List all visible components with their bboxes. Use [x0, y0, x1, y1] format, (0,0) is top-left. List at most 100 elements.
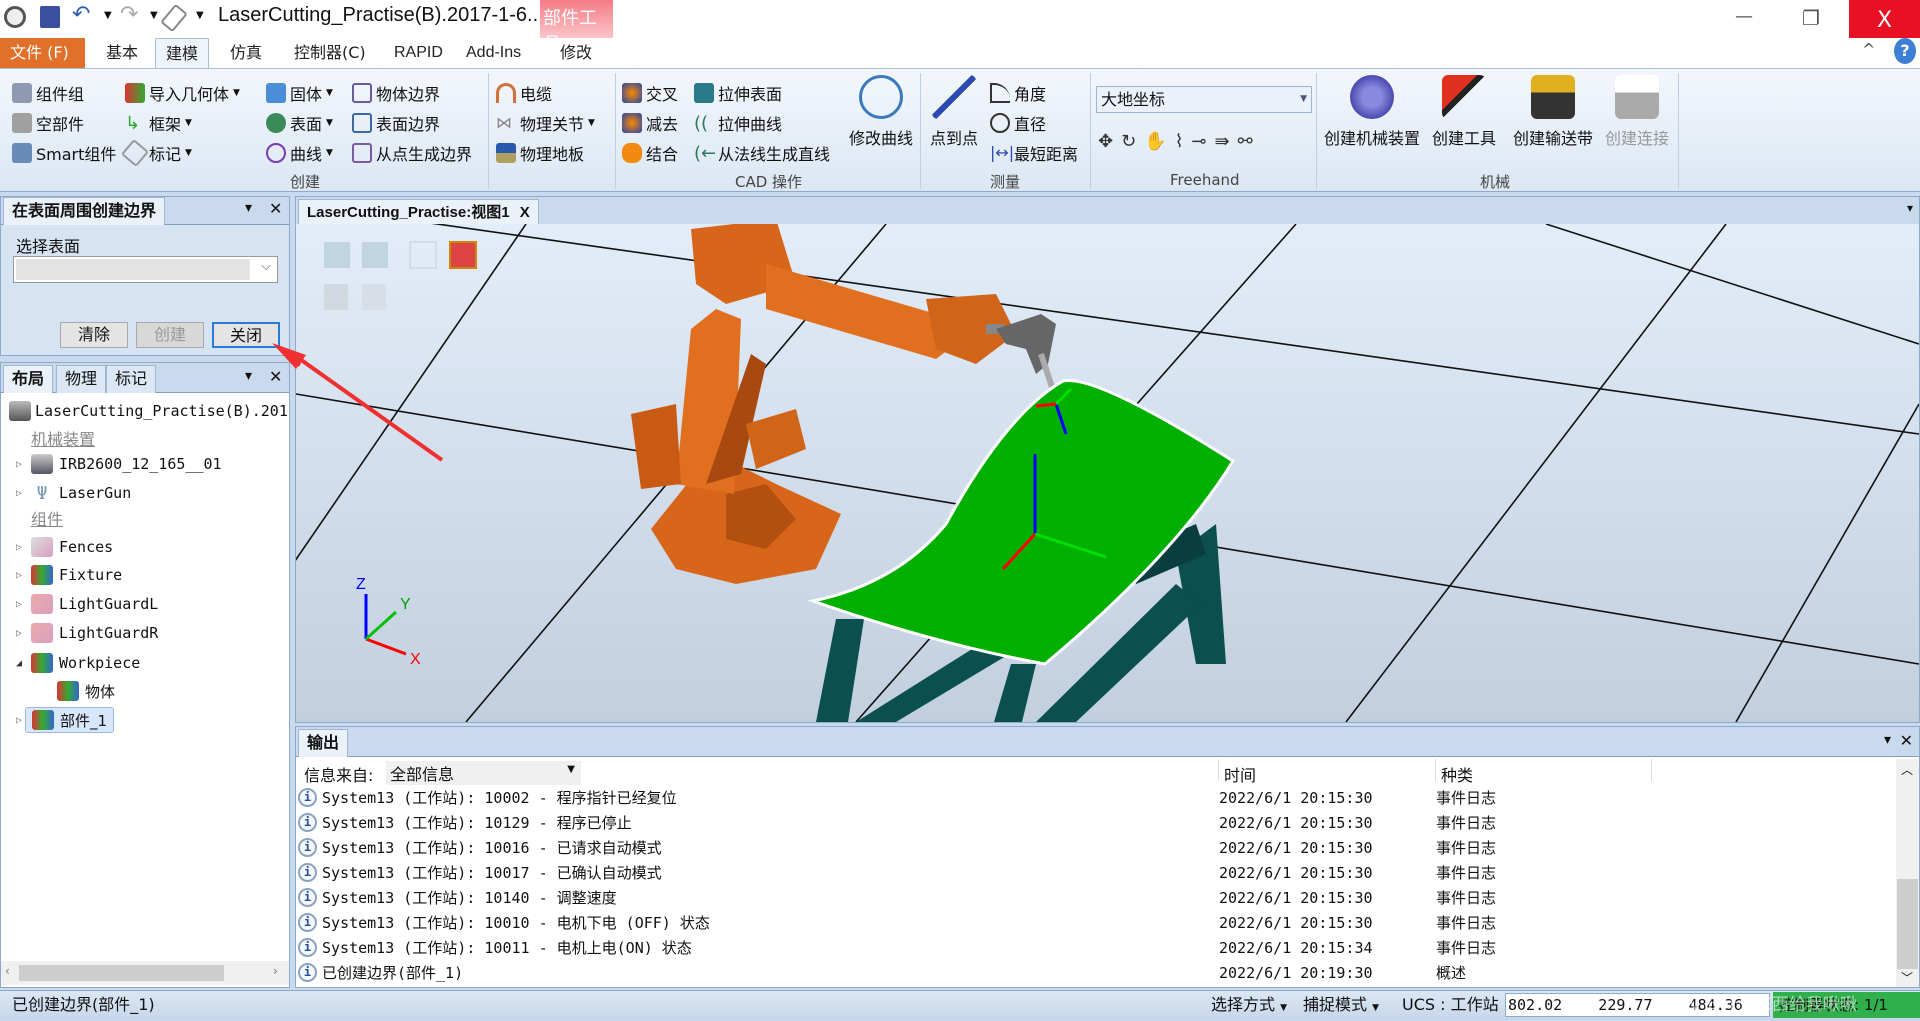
tab-file[interactable]: 文件 (F) — [0, 38, 85, 68]
snap-mode-dropdown[interactable]: 捕捉模式 ▼ — [1303, 992, 1379, 1018]
restore-button[interactable]: ❐ — [1802, 6, 1820, 30]
cable-button[interactable]: 电缆 — [496, 80, 552, 106]
output-row[interactable]: i System13 (工作站): 10011 - 电机上电(ON) 状态 20… — [298, 935, 1894, 960]
tree-item-fences[interactable]: ▷ Fences — [13, 534, 113, 560]
output-row[interactable]: i System13 (工作站): 10016 - 已请求自动模式 2022/6… — [298, 835, 1894, 860]
tab-tags[interactable]: 标记 — [106, 365, 157, 393]
expand-icon[interactable]: ▷ — [13, 599, 25, 610]
tab-modeling[interactable]: 建模 — [155, 38, 210, 69]
scroll-down-icon[interactable]: ﹀ — [1901, 969, 1913, 986]
extrude-surface-button[interactable]: 拉伸表面 — [694, 80, 782, 106]
output-row[interactable]: i System13 (工作站): 10140 - 调整速度 2022/6/1 … — [298, 885, 1894, 910]
reference-frame-select[interactable]: 大地坐标 ▼ — [1096, 86, 1312, 113]
jog-linear-icon[interactable]: ⊸ — [1191, 131, 1206, 152]
collapse-ribbon-icon[interactable]: ^ — [1862, 40, 1875, 59]
import-geometry-button[interactable]: 导入几何体 ▼ — [125, 80, 240, 106]
app-icon[interactable] — [4, 6, 26, 28]
tab-physics[interactable]: 物理 — [56, 365, 107, 393]
subtract-button[interactable]: 减去 — [622, 110, 678, 136]
customize-dropdown-icon[interactable]: ▼ — [196, 10, 204, 21]
component-group-button[interactable]: 组件组 — [12, 80, 84, 106]
tree-item-workpiece[interactable]: ◢ Workpiece — [13, 650, 140, 676]
output-row[interactable]: i System13 (工作站): 10129 - 程序已停止 2022/6/1… — [298, 810, 1894, 835]
column-header-time[interactable]: 时间 — [1224, 762, 1256, 786]
tree-item-part1[interactable]: ▷ 部件_1 — [13, 707, 115, 733]
select-mode-dropdown[interactable]: 选择方式 ▼ — [1211, 992, 1287, 1018]
scroll-thumb[interactable] — [1897, 879, 1918, 969]
diameter-button[interactable]: 直径 — [990, 110, 1046, 136]
undo-icon[interactable]: ↶ — [72, 2, 90, 27]
scroll-up-icon[interactable]: ︿ — [1901, 761, 1913, 778]
create-conveyor-button[interactable]: 创建输送带 — [1508, 69, 1598, 169]
output-row[interactable]: i System13 (工作站): 10002 - 程序指针已经复位 2022/… — [298, 785, 1894, 810]
line-from-normal-button[interactable]: (← 从法线生成直线 — [694, 140, 830, 166]
help-icon[interactable]: ? — [1894, 38, 1916, 64]
surface-boundary-button[interactable]: 表面边界 — [352, 110, 440, 136]
create-connection-button[interactable]: 创建连接 — [1602, 69, 1672, 169]
panel-menu-icon[interactable]: ▾ — [245, 200, 252, 216]
undo-dropdown-icon[interactable]: ▼ — [104, 10, 112, 21]
scroll-thumb[interactable] — [19, 965, 224, 981]
collapse-icon[interactable]: ◢ — [13, 658, 25, 669]
expand-icon[interactable]: ▷ — [13, 570, 25, 581]
tree-item-lightguardl[interactable]: ▷ LightGuardL — [13, 591, 158, 617]
expand-icon[interactable]: ▷ — [13, 459, 25, 470]
angle-button[interactable]: 角度 — [990, 80, 1046, 106]
select-surface-combo[interactable]: ⌵ — [13, 256, 278, 283]
panel-menu-icon[interactable]: ▾ — [1907, 201, 1913, 215]
create-button[interactable]: 创建 — [136, 322, 204, 348]
scroll-left-icon[interactable]: ‹ — [5, 964, 10, 978]
clear-button[interactable]: 清除 — [60, 322, 128, 348]
tree-item-body[interactable]: 物体 — [51, 678, 115, 704]
expand-icon[interactable]: ▷ — [13, 628, 25, 639]
jog-reorient-icon[interactable]: ⇛ — [1215, 131, 1230, 152]
filter-select[interactable]: 全部信息 ▼ — [386, 761, 581, 785]
horizontal-scrollbar[interactable]: ‹ › — [1, 961, 289, 985]
tab-view1[interactable]: LaserCutting_Practise:视图1 X — [298, 199, 539, 225]
selection-level-icon[interactable] — [449, 241, 477, 269]
3d-view[interactable]: Z X Y — [296, 224, 1919, 722]
tab-basic[interactable]: 基本 — [96, 38, 148, 68]
tab-rapid[interactable]: RAPID — [384, 38, 453, 68]
move-icon[interactable]: ✥ — [1098, 131, 1113, 152]
panel-menu-icon[interactable]: ▾ — [245, 368, 252, 384]
min-distance-button[interactable]: |↔| 最短距离 — [990, 140, 1078, 166]
tree-item-robot[interactable]: ▷ IRB2600_12_165__01 — [13, 451, 222, 477]
tree-item-lightguardr[interactable]: ▷ LightGuardR — [13, 620, 158, 646]
solid-button[interactable]: 固体 ▼ — [266, 80, 333, 106]
close-tab-icon[interactable]: X — [520, 204, 530, 221]
redo-dropdown-icon[interactable]: ▼ — [150, 10, 158, 21]
point-to-point-button[interactable]: 点到点 — [926, 69, 982, 169]
jog-joint-icon[interactable]: ⌇ — [1175, 131, 1184, 152]
expand-icon[interactable]: ▷ — [13, 542, 25, 553]
physics-joint-button[interactable]: ⋈ 物理关节 ▼ — [496, 110, 595, 136]
tab-controller[interactable]: 控制器(C) — [284, 38, 376, 68]
create-mechanism-button[interactable]: 创建机械装置 — [1320, 69, 1424, 169]
create-tool-button[interactable]: 创建工具 — [1428, 69, 1500, 169]
scroll-right-icon[interactable]: › — [273, 964, 278, 978]
vertical-scrollbar[interactable]: ︿ ﹀ — [1896, 759, 1919, 987]
panel-close-icon[interactable]: ✕ — [269, 199, 282, 218]
modify-curve-button[interactable]: 修改曲线 — [846, 69, 916, 169]
tab-simulation[interactable]: 仿真 — [220, 38, 272, 68]
tag-icon[interactable] — [160, 3, 188, 33]
smart-component-button[interactable]: Smart组件 — [12, 140, 116, 166]
union-button[interactable]: 结合 — [622, 140, 678, 166]
tab-layout[interactable]: 布局 — [3, 365, 54, 393]
tab-addins[interactable]: Add-Ins — [456, 38, 531, 68]
curve-button[interactable]: 曲线 ▼ — [266, 140, 333, 166]
intersect-button[interactable]: 交叉 — [622, 80, 678, 106]
output-row[interactable]: i 已创建边界(部件_1) 2022/6/1 20:19:30 概述 — [298, 960, 1894, 985]
surface-button[interactable]: 表面 ▼ — [266, 110, 333, 136]
extrude-curve-button[interactable]: ((拉伸曲线 — [694, 110, 782, 136]
physics-floor-button[interactable]: 物理地板 — [496, 140, 584, 166]
tree-item-lasergun[interactable]: ▷ Ψ LaserGun — [13, 480, 131, 506]
redo-icon[interactable]: ↷ — [120, 2, 138, 27]
tree-item-fixture[interactable]: ▷ Fixture — [13, 562, 122, 588]
close-window-button[interactable]: X — [1849, 0, 1920, 42]
save-icon[interactable] — [40, 6, 60, 28]
tree-item-station[interactable]: LaserCutting_Practise(B).201 — [9, 398, 288, 424]
boundary-from-points-button[interactable]: 从点生成边界 — [352, 140, 472, 166]
empty-part-button[interactable]: 空部件 — [12, 110, 84, 136]
minimize-button[interactable]: — — [1735, 6, 1753, 27]
